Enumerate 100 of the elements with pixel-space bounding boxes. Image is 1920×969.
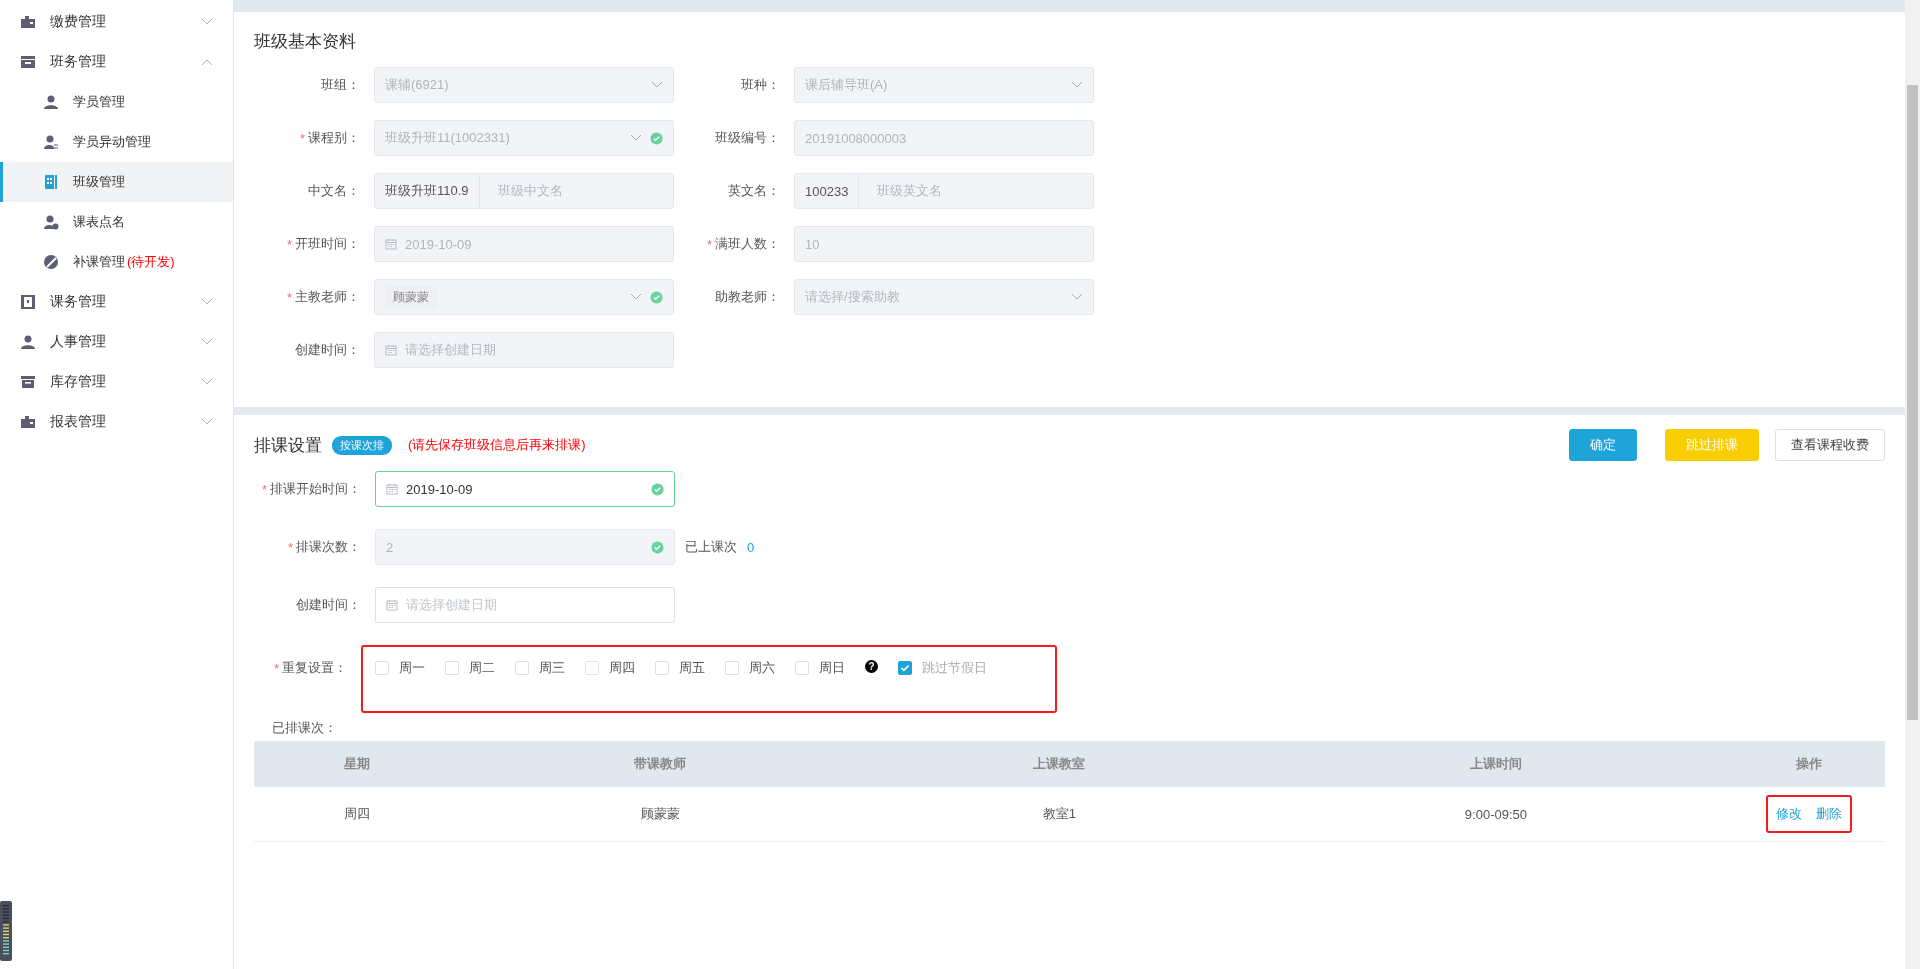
chevron-down-icon — [201, 298, 213, 306]
table-caption: 已排课次： — [271, 719, 338, 737]
menu-group[interactable]: 缴费管理 — [0, 2, 233, 42]
field-value: 10 — [805, 236, 821, 252]
required-mark: * — [261, 481, 267, 497]
field-value: 2 — [386, 539, 395, 555]
chevron-down-icon — [201, 338, 213, 346]
field-label: 排课次数： — [296, 538, 361, 556]
weekday-checkbox[interactable]: 周五 — [655, 659, 705, 677]
briefcase-icon — [20, 414, 36, 430]
column-header: 上课教室 — [859, 741, 1259, 787]
field-value: 2019-10-09 — [406, 481, 474, 497]
calendar-icon — [385, 238, 397, 250]
calendar-icon — [386, 599, 398, 611]
field-label: 创建时间： — [296, 596, 361, 614]
placeholder-text: 班级中文名 — [496, 182, 564, 200]
chevron-down-icon — [1071, 293, 1083, 301]
menu-group[interactable]: 课务管理 — [0, 282, 233, 322]
field-label: 班级编号： — [715, 129, 780, 147]
mode-badge: 按课次排 — [332, 435, 392, 455]
field-label: 创建时间： — [295, 341, 360, 359]
field-label: 中文名： — [308, 182, 360, 200]
check-circle-icon — [650, 290, 663, 304]
user-icon — [20, 334, 36, 350]
column-header: 操作 — [1733, 741, 1885, 787]
drawer-icon — [20, 54, 36, 70]
section-title: 班级基本资料 — [254, 31, 357, 53]
field-value: 班级升班11(1002331) — [385, 129, 511, 147]
field-label: 课程别： — [308, 129, 360, 147]
level-meter-drawing — [0, 901, 12, 961]
field-value: 2019-10-09 — [405, 236, 473, 252]
calendar-icon — [386, 483, 398, 495]
briefcase-icon — [20, 14, 36, 30]
chevron-up-icon — [201, 58, 213, 66]
required-mark: * — [273, 660, 279, 676]
field-label: 班种： — [741, 76, 780, 94]
menu-item[interactable]: 学员异动管理 — [0, 122, 233, 162]
field-label: 重复设置： — [282, 659, 347, 677]
placeholder-text: 请选择创建日期 — [406, 596, 498, 614]
required-mark: * — [299, 130, 305, 146]
field-label: 助教老师： — [715, 288, 780, 306]
field-label: 满班人数： — [715, 235, 780, 253]
user-icon — [43, 94, 59, 110]
table-cell: 顾蒙蒙 — [640, 806, 680, 821]
check-icon — [899, 662, 911, 674]
help-icon[interactable]: ? — [865, 660, 878, 673]
weekday-checkbox[interactable]: 周日 — [795, 659, 845, 677]
menu-group[interactable]: 报表管理 — [0, 402, 233, 442]
column-header: 带课教师 — [460, 741, 860, 787]
user-swap-icon — [43, 134, 59, 150]
table-cell: 教室1 — [1042, 806, 1076, 821]
menu-group[interactable]: 库存管理 — [0, 362, 233, 402]
menu-group[interactable]: 人事管理 — [0, 322, 233, 362]
column-header: 星期 — [254, 741, 461, 787]
field-label: 排课开始时间： — [270, 480, 361, 498]
door-icon — [20, 294, 36, 310]
menu-item[interactable]: 课表点名 — [0, 202, 233, 242]
required-mark: * — [286, 236, 292, 252]
input-prefix: 班级升班110.9 — [375, 174, 480, 208]
teacher-tag: 顾蒙蒙 — [385, 285, 437, 309]
field-label: 开班时间： — [295, 235, 360, 253]
input-prefix: 100233 — [795, 174, 860, 208]
check-circle-icon — [650, 131, 663, 145]
column-header: 上课时间 — [1258, 741, 1733, 787]
completed-count: 0 — [747, 539, 755, 555]
field-value: 课后辅导班(A) — [805, 76, 889, 94]
table-cell: 周四 — [344, 806, 371, 821]
scrollbar[interactable] — [1905, 0, 1920, 969]
chevron-down-icon — [201, 418, 213, 426]
archive-icon — [20, 374, 36, 390]
action-button[interactable]: 查看课程收费 — [1775, 429, 1885, 461]
required-mark: * — [706, 236, 712, 252]
field-value: 课辅(6921) — [385, 76, 450, 94]
chevron-down-icon — [201, 378, 213, 386]
chevron-down-icon — [630, 134, 642, 142]
date-field[interactable]: 2019-10-09 — [375, 471, 675, 507]
menu-item[interactable]: 班级管理 — [0, 162, 233, 202]
field-label: 班组： — [321, 76, 360, 94]
menu-item[interactable]: 补课管理(待开发) — [0, 242, 233, 282]
weekday-checkbox[interactable]: 周二 — [445, 659, 495, 677]
menu-group[interactable]: 班务管理 — [0, 42, 233, 82]
weekday-checkbox[interactable]: 周四 — [585, 659, 635, 677]
field-label: 英文名： — [728, 182, 780, 200]
chevron-down-icon — [630, 293, 642, 301]
weekday-checkbox[interactable]: 周一 — [375, 659, 425, 677]
check-circle-icon — [651, 540, 664, 554]
calendar-icon — [385, 344, 397, 356]
weekday-checkbox[interactable]: 周三 — [515, 659, 565, 677]
weekday-checkbox[interactable]: 周六 — [725, 659, 775, 677]
user-check-icon — [43, 214, 59, 230]
chevron-down-icon — [201, 18, 213, 26]
menu-item[interactable]: 学员管理 — [0, 82, 233, 122]
section-title: 排课设置 — [254, 434, 322, 457]
chevron-down-icon — [651, 81, 663, 89]
completed-count-label: 已上课次 — [685, 538, 737, 556]
placeholder-text: 请选择创建日期 — [405, 341, 497, 359]
warning-text: (请先保存班级信息后再来排课) — [408, 436, 586, 454]
building-icon — [43, 174, 59, 190]
field-value: 20191008000003 — [805, 130, 908, 146]
field-label: 主教老师： — [295, 288, 360, 306]
